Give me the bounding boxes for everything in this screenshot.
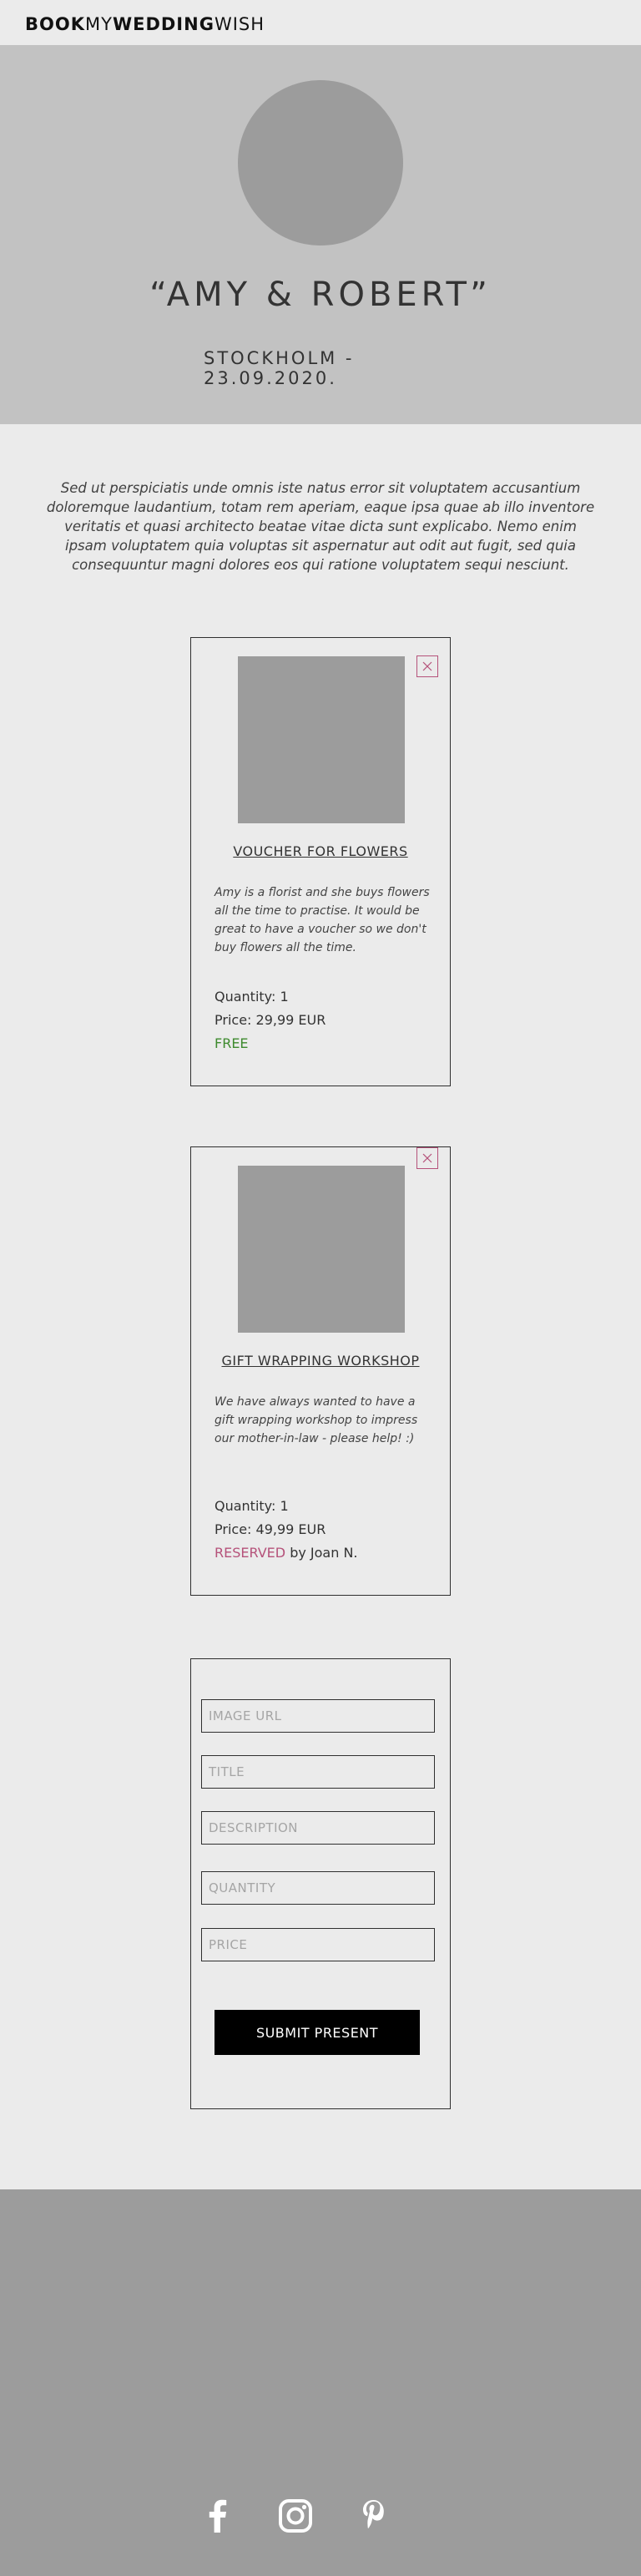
site-header: BOOKMYWEDDINGWISH — [0, 0, 641, 46]
present-image — [238, 1166, 405, 1333]
present-status: FREE — [215, 1035, 249, 1051]
present-status: RESERVED by Joan N. — [215, 1545, 358, 1561]
facebook-link[interactable] — [201, 2498, 235, 2534]
facebook-icon — [209, 2499, 227, 2533]
present-title[interactable]: VOUCHER FOR FLOWERS — [191, 843, 450, 859]
image-url-input[interactable] — [201, 1699, 435, 1733]
present-card: GIFT WRAPPING WORKSHOP We have always wa… — [190, 1146, 451, 1596]
present-image — [238, 656, 405, 823]
intro-text: Sed ut perspiciatis unde omnis iste natu… — [46, 479, 595, 573]
title-input[interactable] — [201, 1755, 435, 1789]
instagram-link[interactable] — [277, 2498, 314, 2534]
pinterest-link[interactable] — [356, 2498, 390, 2534]
instagram-icon — [279, 2499, 312, 2533]
present-card: VOUCHER FOR FLOWERS Amy is a florist and… — [190, 637, 451, 1086]
wedding-place-date: STOCKHOLM - 23.09.2020. — [204, 348, 355, 388]
present-quantity: Quantity: 1 — [215, 1498, 289, 1514]
site-footer — [0, 2189, 641, 2576]
present-description: We have always wanted to have a gift wra… — [215, 1395, 418, 1445]
couple-avatar — [238, 80, 403, 245]
status-free-label[interactable]: FREE — [215, 1035, 249, 1051]
pinterest-icon — [363, 2500, 384, 2528]
submit-present-button[interactable]: SUBMIT PRESENT — [215, 2010, 420, 2055]
present-quantity: Quantity: 1 — [215, 989, 289, 1005]
present-title[interactable]: GIFT WRAPPING WORKSHOP — [191, 1353, 450, 1369]
present-price: Price: 49,99 EUR — [215, 1521, 326, 1537]
status-reserved-label: RESERVED — [215, 1545, 286, 1561]
quantity-input[interactable] — [201, 1871, 435, 1905]
site-logo[interactable]: BOOKMYWEDDINGWISH — [25, 14, 265, 34]
hero-section: “AMY & ROBERT” STOCKHOLM - 23.09.2020. — [0, 45, 641, 424]
price-input[interactable] — [201, 1928, 435, 1961]
remove-present-button[interactable] — [416, 1147, 438, 1169]
couple-names: “AMY & ROBERT” — [149, 276, 492, 314]
close-icon — [422, 1153, 432, 1163]
reserved-by: by Joan N. — [285, 1545, 358, 1561]
remove-present-button[interactable] — [416, 655, 438, 677]
add-present-form: SUBMIT PRESENT — [190, 1658, 451, 2109]
present-price: Price: 29,99 EUR — [215, 1012, 326, 1028]
description-input[interactable] — [201, 1811, 435, 1845]
close-icon — [422, 661, 432, 671]
present-description: Amy is a florist and she buys flowers al… — [215, 886, 430, 954]
